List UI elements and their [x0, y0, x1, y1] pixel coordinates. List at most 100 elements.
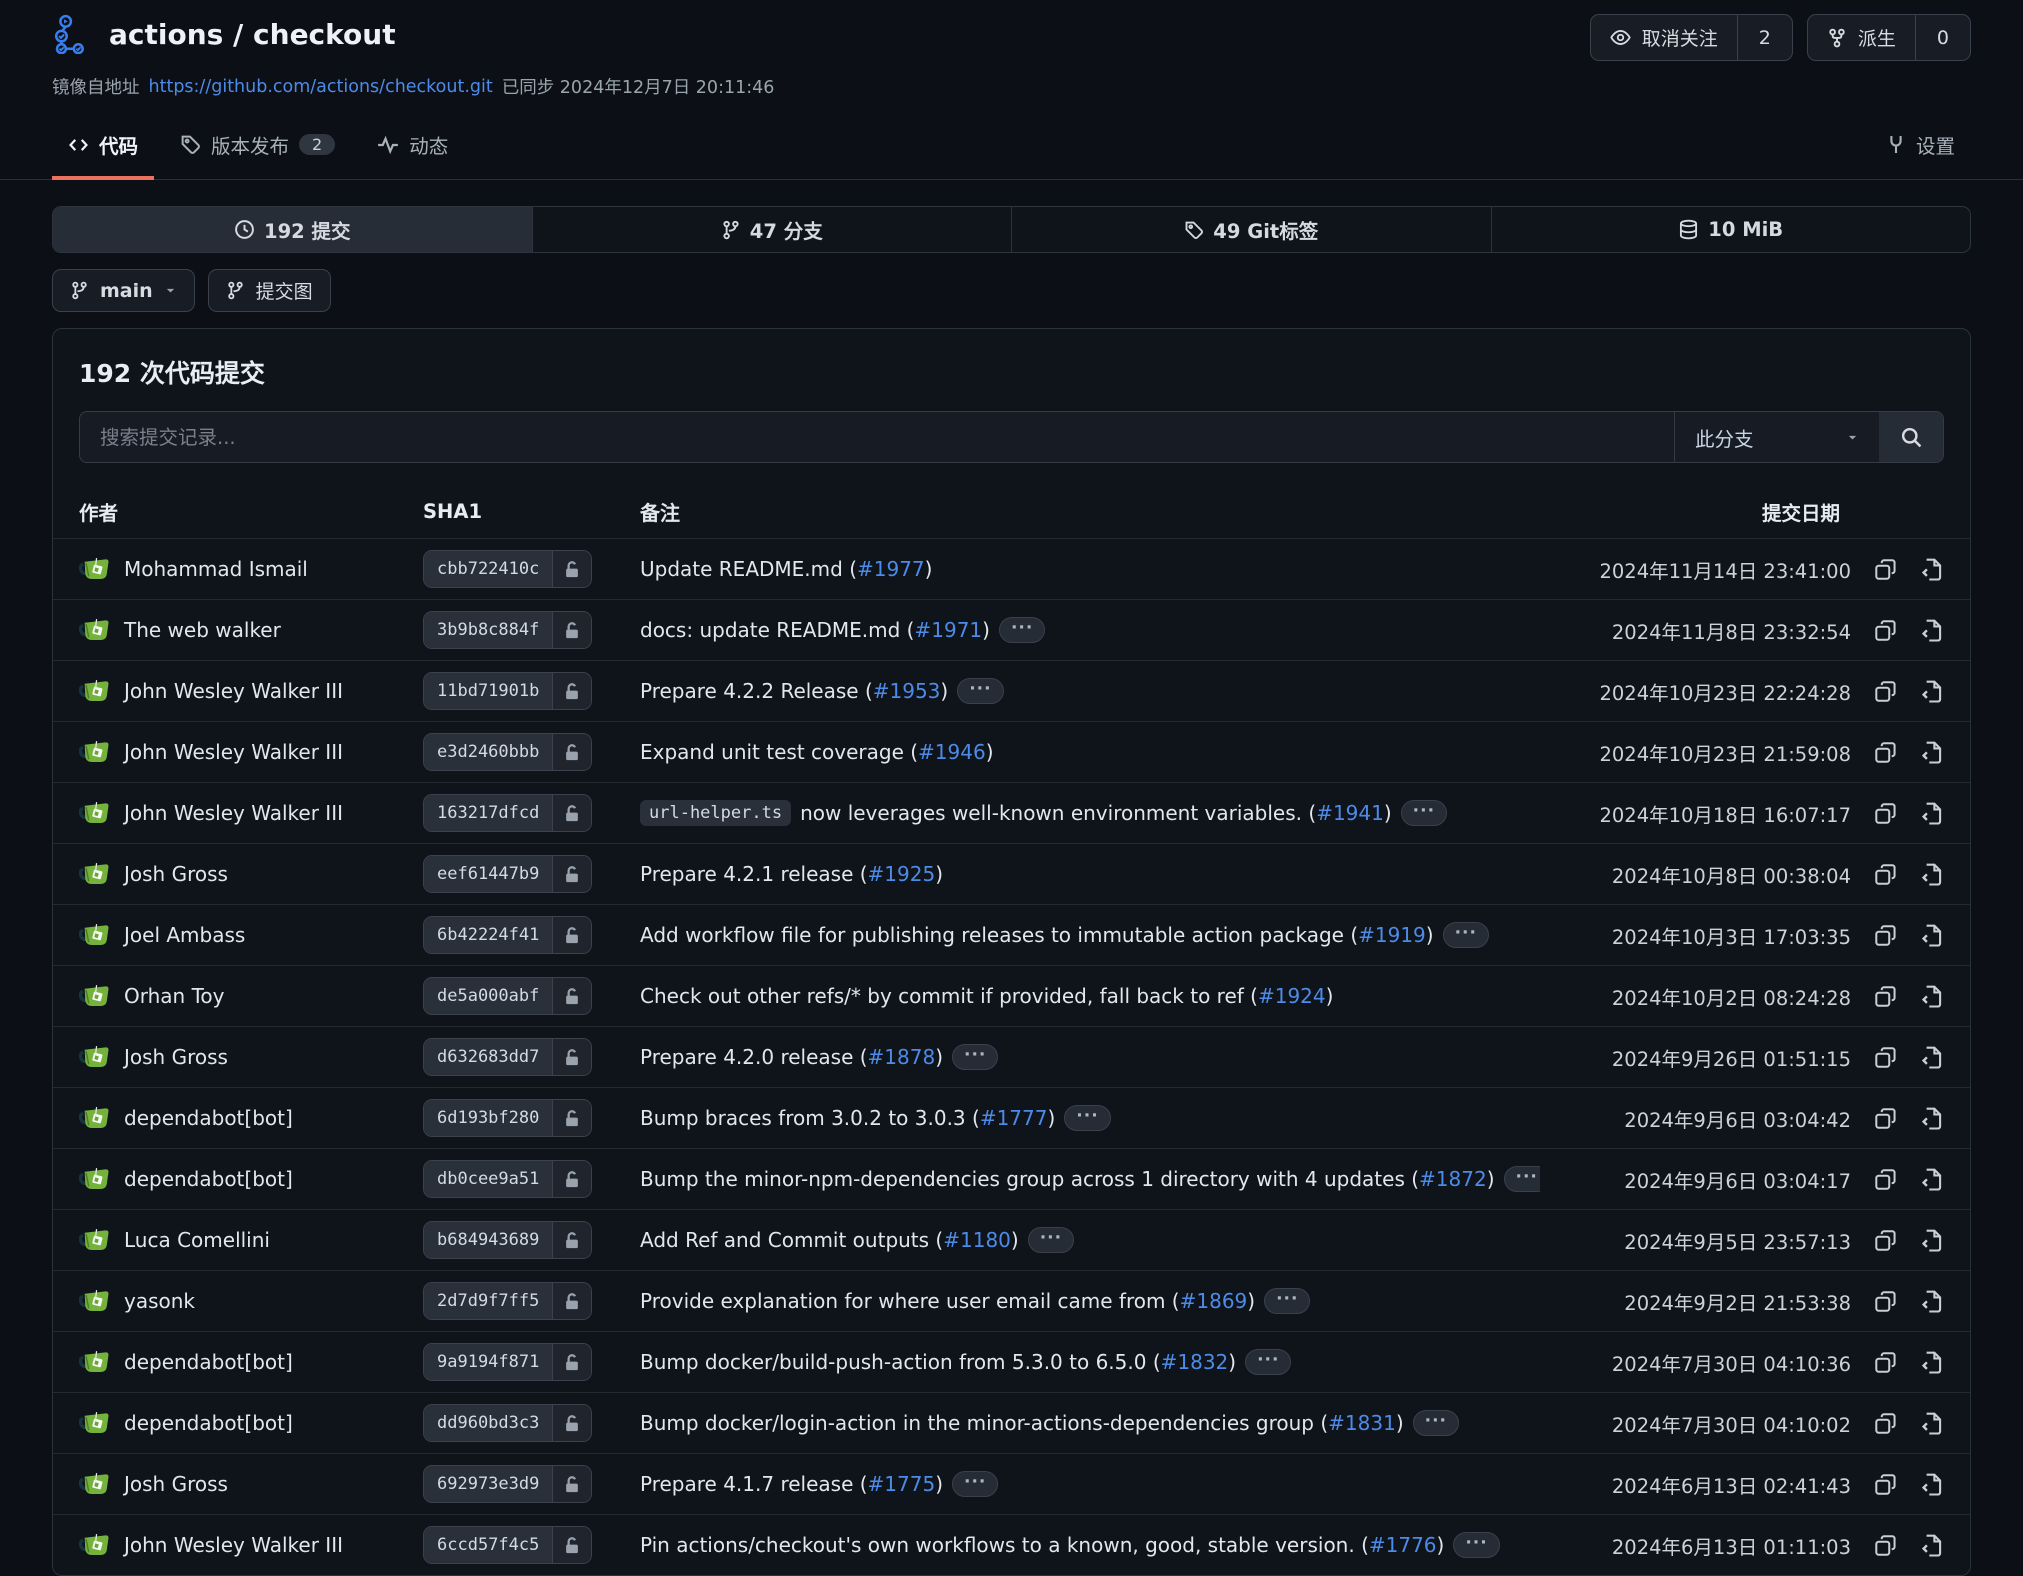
author-avatar[interactable]: [79, 800, 110, 827]
copy-commit-id-icon[interactable]: [1874, 558, 1897, 581]
browse-source-icon[interactable]: [1920, 1289, 1944, 1313]
issue-link[interactable]: #1831: [1328, 1411, 1396, 1435]
commit-sha[interactable]: eef61447b9: [424, 856, 552, 892]
copy-commit-id-icon[interactable]: [1874, 1107, 1897, 1130]
author-avatar[interactable]: [79, 1532, 110, 1559]
commit-message[interactable]: Expand unit test coverage (#1946): [640, 740, 1540, 764]
commit-sha-badge[interactable]: 6b42224f41: [423, 916, 592, 954]
expand-commit-message-button[interactable]: ···: [1264, 1288, 1310, 1314]
author-avatar[interactable]: [79, 1471, 110, 1498]
browse-source-icon[interactable]: [1920, 801, 1944, 825]
commit-message-text[interactable]: Check out other refs/* by commit if prov…: [640, 984, 1333, 1008]
commit-sha-badge[interactable]: eef61447b9: [423, 855, 592, 893]
browse-source-icon[interactable]: [1920, 1106, 1944, 1130]
commit-message[interactable]: Bump docker/login-action in the minor-ac…: [640, 1410, 1540, 1436]
stat-branches[interactable]: 47 分支: [532, 207, 1012, 252]
fork-button[interactable]: 派生: [1808, 15, 1915, 60]
author-avatar[interactable]: [79, 1349, 110, 1376]
copy-commit-id-icon[interactable]: [1874, 741, 1897, 764]
commit-author-cell[interactable]: Mohammad Ismail: [53, 556, 423, 583]
commit-author-cell[interactable]: yasonk: [53, 1288, 423, 1315]
search-input[interactable]: [80, 412, 1674, 462]
commit-sha-badge[interactable]: 6d193bf280: [423, 1099, 592, 1137]
expand-commit-message-button[interactable]: ···: [999, 617, 1045, 643]
commit-sha[interactable]: dd960bd3c3: [424, 1405, 552, 1441]
commit-sha[interactable]: de5a000abf: [424, 978, 552, 1014]
tab-code[interactable]: 代码: [52, 116, 154, 180]
browse-source-icon[interactable]: [1920, 679, 1944, 703]
browse-source-icon[interactable]: [1920, 1045, 1944, 1069]
search-button[interactable]: [1879, 412, 1943, 462]
commit-sha-badge[interactable]: b684943689: [423, 1221, 592, 1259]
commit-message-text[interactable]: now leverages well-known environment var…: [800, 801, 1392, 825]
mirror-url-link[interactable]: https://github.com/actions/checkout.git: [149, 77, 493, 97]
commit-sha-badge[interactable]: de5a000abf: [423, 977, 592, 1015]
expand-commit-message-button[interactable]: ···: [952, 1044, 998, 1070]
commit-author-cell[interactable]: dependabot[bot]: [53, 1349, 423, 1376]
commit-sha-badge[interactable]: 11bd71901b: [423, 672, 592, 710]
commit-sha[interactable]: 6d193bf280: [424, 1100, 552, 1136]
expand-commit-message-button[interactable]: ···: [1064, 1105, 1110, 1131]
author-avatar[interactable]: [79, 617, 110, 644]
commit-sha[interactable]: 9a9194f871: [424, 1344, 552, 1380]
commit-message[interactable]: Prepare 4.2.1 release (#1925): [640, 862, 1540, 886]
commit-message-text[interactable]: Add Ref and Commit outputs (#1180): [640, 1228, 1019, 1252]
commit-sha[interactable]: d632683dd7: [424, 1039, 552, 1075]
commit-author-cell[interactable]: The web walker: [53, 617, 423, 644]
commit-author-cell[interactable]: Luca Comellini: [53, 1227, 423, 1254]
commit-author-cell[interactable]: John Wesley Walker III: [53, 678, 423, 705]
issue-link[interactable]: #1832: [1161, 1350, 1229, 1374]
issue-link[interactable]: #1180: [943, 1228, 1011, 1252]
author-avatar[interactable]: [79, 1044, 110, 1071]
issue-link[interactable]: #1924: [1258, 984, 1326, 1008]
commit-graph-button[interactable]: 提交图: [208, 269, 331, 312]
copy-commit-id-icon[interactable]: [1874, 1168, 1897, 1191]
tab-releases[interactable]: 版本发布 2: [164, 116, 351, 180]
copy-commit-id-icon[interactable]: [1874, 1046, 1897, 1069]
commit-sha-badge[interactable]: e3d2460bbb: [423, 733, 592, 771]
expand-commit-message-button[interactable]: ···: [1504, 1166, 1541, 1192]
issue-link[interactable]: #1925: [868, 862, 936, 886]
commit-message-text[interactable]: Expand unit test coverage (#1946): [640, 740, 994, 764]
expand-commit-message-button[interactable]: ···: [957, 678, 1003, 704]
commit-message[interactable]: url-helper.tsnow leverages well-known en…: [640, 800, 1540, 826]
commit-sha[interactable]: 3b9b8c884f: [424, 612, 552, 648]
commit-author-cell[interactable]: Josh Gross: [53, 1471, 423, 1498]
commit-message[interactable]: Prepare 4.2.0 release (#1878) ···: [640, 1044, 1540, 1070]
browse-source-icon[interactable]: [1920, 740, 1944, 764]
author-avatar[interactable]: [79, 1410, 110, 1437]
commit-message[interactable]: Pin actions/checkout's own workflows to …: [640, 1532, 1540, 1558]
author-avatar[interactable]: [79, 1227, 110, 1254]
stat-commits[interactable]: 192 提交: [53, 207, 532, 252]
issue-link[interactable]: #1872: [1419, 1167, 1487, 1191]
commit-author-cell[interactable]: dependabot[bot]: [53, 1166, 423, 1193]
commit-message-text[interactable]: Prepare 4.2.0 release (#1878): [640, 1045, 943, 1069]
commit-message-text[interactable]: Bump docker/login-action in the minor-ac…: [640, 1411, 1404, 1435]
commit-message[interactable]: Bump docker/build-push-action from 5.3.0…: [640, 1349, 1540, 1375]
commit-author-cell[interactable]: Josh Gross: [53, 1044, 423, 1071]
commit-sha-badge[interactable]: 163217dfcd: [423, 794, 592, 832]
commit-message[interactable]: Prepare 4.1.7 release (#1775)···: [640, 1471, 1540, 1497]
browse-source-icon[interactable]: [1920, 1472, 1944, 1496]
issue-link[interactable]: #1971: [914, 618, 982, 642]
author-avatar[interactable]: [79, 922, 110, 949]
commit-message-text[interactable]: Pin actions/checkout's own workflows to …: [640, 1533, 1444, 1557]
commit-sha[interactable]: 2d7d9f7ff5: [424, 1283, 552, 1319]
copy-commit-id-icon[interactable]: [1874, 619, 1897, 642]
commit-sha-badge[interactable]: 3b9b8c884f: [423, 611, 592, 649]
commit-message[interactable]: Check out other refs/* by commit if prov…: [640, 984, 1540, 1008]
commit-author-cell[interactable]: John Wesley Walker III: [53, 800, 423, 827]
browse-source-icon[interactable]: [1920, 557, 1944, 581]
browse-source-icon[interactable]: [1920, 1228, 1944, 1252]
forks-count[interactable]: 0: [1915, 15, 1970, 60]
commit-author-cell[interactable]: John Wesley Walker III: [53, 1532, 423, 1559]
tab-activity[interactable]: 动态: [361, 116, 464, 180]
commit-sha-badge[interactable]: cbb722410c: [423, 550, 592, 588]
expand-commit-message-button[interactable]: ···: [1028, 1227, 1074, 1253]
commit-sha[interactable]: db0cee9a51: [424, 1161, 552, 1197]
commit-message-text[interactable]: docs: update README.md (#1971): [640, 618, 990, 642]
commit-message[interactable]: Provide explanation for where user email…: [640, 1288, 1540, 1314]
commit-author-cell[interactable]: dependabot[bot]: [53, 1410, 423, 1437]
commit-author-cell[interactable]: Joel Ambass: [53, 922, 423, 949]
copy-commit-id-icon[interactable]: [1874, 1412, 1897, 1435]
